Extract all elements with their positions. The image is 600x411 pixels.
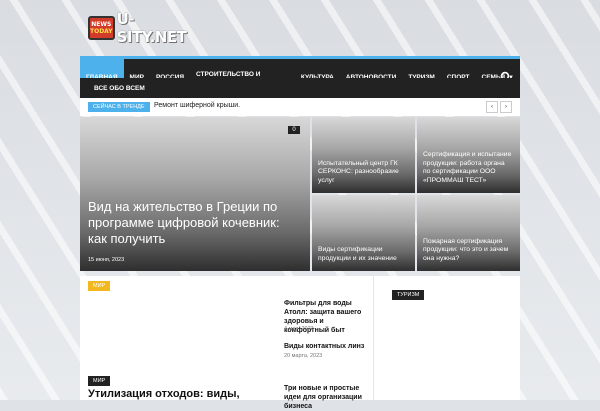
column-divider (373, 276, 374, 400)
category-badge-world[interactable]: МИР (88, 281, 111, 291)
featured-big-post[interactable]: 0 Вид на жительство в Греции по программ… (80, 117, 310, 271)
logo-site-name: U-SITY.NET (116, 10, 187, 46)
post-title-2[interactable]: Виды контактных линз (284, 342, 370, 351)
logo-tv-bottom-text: TODAY (90, 28, 113, 35)
trending-ticker: СЕЙЧАС В ТРЕНДЕ Ремонт шиферной крыши. ‹… (80, 98, 520, 116)
featured-small-post-3[interactable]: Виды сертификации продукции и их значени… (312, 195, 415, 271)
featured-small-title-1[interactable]: Испытательный центр ГК СЕРКОНС: разнообр… (318, 160, 409, 186)
featured-big-title[interactable]: Вид на жительство в Греции по программе … (88, 199, 280, 247)
trending-badge: СЕЙЧАС В ТРЕНДЕ (88, 102, 150, 112)
category-badge-world-2[interactable]: МИР (88, 376, 111, 386)
featured-small-post-2[interactable]: Сертификация и испытание продукции: рабо… (417, 117, 520, 193)
post-date-1: 4 мая, 2023 (284, 326, 314, 332)
featured-small-title-2[interactable]: Сертификация и испытание продукции: рабо… (423, 151, 514, 185)
featured-small-post-4[interactable]: Пожарная сертификация продукции: что это… (417, 195, 520, 271)
menu-item-all-about-all[interactable]: ВСЕ ОБО ВСЕМ (94, 85, 145, 92)
featured-big-date: 15 июня, 2023 (88, 257, 125, 263)
logo-tv-top-text: NEWS (91, 21, 112, 28)
post-big-title[interactable]: Утилизация отходов: виды, (88, 387, 278, 401)
post-date-2: 20 марта, 2023 (284, 353, 323, 359)
featured-small-post-1[interactable]: Испытательный центр ГК СЕРКОНС: разнообр… (312, 117, 415, 193)
featured-small-title-3[interactable]: Виды сертификации продукции и их значени… (318, 246, 409, 263)
chevron-left-icon[interactable]: ‹ (486, 101, 498, 113)
category-badge-tourism[interactable]: ТУРИЗМ (392, 290, 425, 300)
featured-small-title-4[interactable]: Пожарная сертификация продукции: что это… (423, 238, 514, 264)
site-logo[interactable]: NEWS TODAY U-SITY.NET (88, 10, 188, 46)
tv-logo-icon: NEWS TODAY (88, 16, 115, 40)
content-area: МИР Фильтры для воды Атолл: защита вашег… (80, 276, 520, 410)
comment-count-badge: 0 (288, 126, 300, 134)
chevron-right-icon[interactable]: › (500, 101, 512, 113)
trending-link[interactable]: Ремонт шиферной крыши. (154, 102, 240, 109)
ticker-nav: ‹ › (486, 101, 512, 113)
post-title-3[interactable]: Три новые и простые идеи для организации… (284, 384, 370, 411)
menu-second-row: ВСЕ ОБО ВСЕМ (80, 78, 520, 100)
